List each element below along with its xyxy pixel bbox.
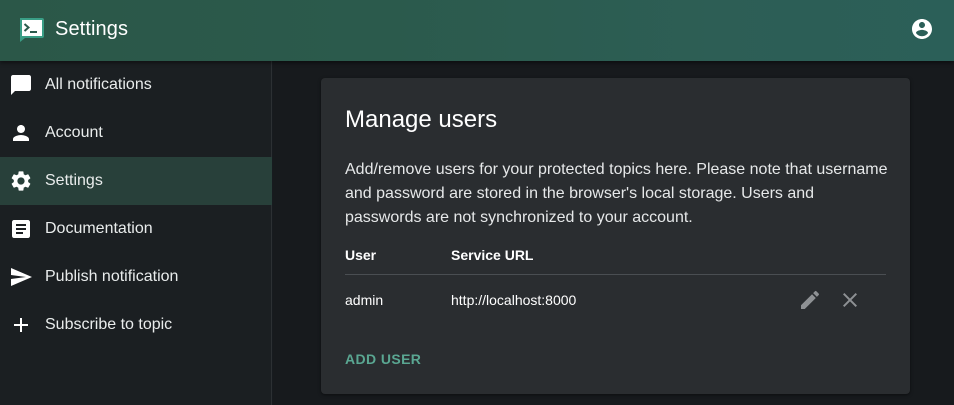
manage-users-card: Manage users Add/remove users for your p… — [321, 78, 910, 394]
edit-icon[interactable] — [798, 288, 822, 312]
app-title: Settings — [55, 18, 129, 40]
table-divider — [345, 274, 886, 275]
add-user-button[interactable]: ADD USER — [345, 350, 421, 368]
app-bar: Settings — [0, 0, 954, 61]
sidebar-item-label: Publish notification — [45, 268, 179, 285]
send-icon — [11, 268, 32, 286]
sidebar-item-label: All notifications — [45, 76, 152, 93]
card-description: Add/remove users for your protected topi… — [345, 161, 888, 226]
account-circle-icon[interactable] — [910, 17, 934, 41]
sidebar-item-account[interactable]: Account — [0, 109, 272, 157]
card-title: Manage users — [345, 106, 498, 133]
person-icon — [13, 125, 29, 141]
sidebar-item-subscribe-to-topic[interactable]: Subscribe to topic — [0, 301, 272, 349]
column-header-service-url: Service URL — [451, 247, 534, 263]
sidebar-item-all-notifications[interactable]: All notifications — [0, 61, 272, 109]
sidebar-item-publish-notification[interactable]: Publish notification — [0, 253, 272, 301]
sidebar-item-settings[interactable]: Settings — [0, 157, 272, 205]
main-content: Manage users Add/remove users for your p… — [273, 61, 954, 405]
plus-icon — [14, 318, 28, 332]
chat-bubble-icon — [11, 75, 31, 95]
column-header-user: User — [345, 247, 377, 263]
service-url-cell: http://localhost:8000 — [451, 292, 577, 308]
sidebar-item-label: Subscribe to topic — [45, 316, 173, 333]
sidebar-item-label: Account — [45, 124, 103, 141]
sidebar-item-documentation[interactable]: Documentation — [0, 205, 272, 253]
article-icon — [12, 220, 30, 238]
sidebar-item-label: Documentation — [45, 220, 153, 237]
gear-icon — [11, 171, 31, 191]
sidebar: All notifications Account Settings Docum… — [0, 61, 272, 405]
terminal-icon — [20, 18, 44, 42]
sidebar-item-label: Settings — [45, 172, 103, 189]
close-icon[interactable] — [838, 288, 862, 312]
user-cell: admin — [345, 292, 384, 308]
